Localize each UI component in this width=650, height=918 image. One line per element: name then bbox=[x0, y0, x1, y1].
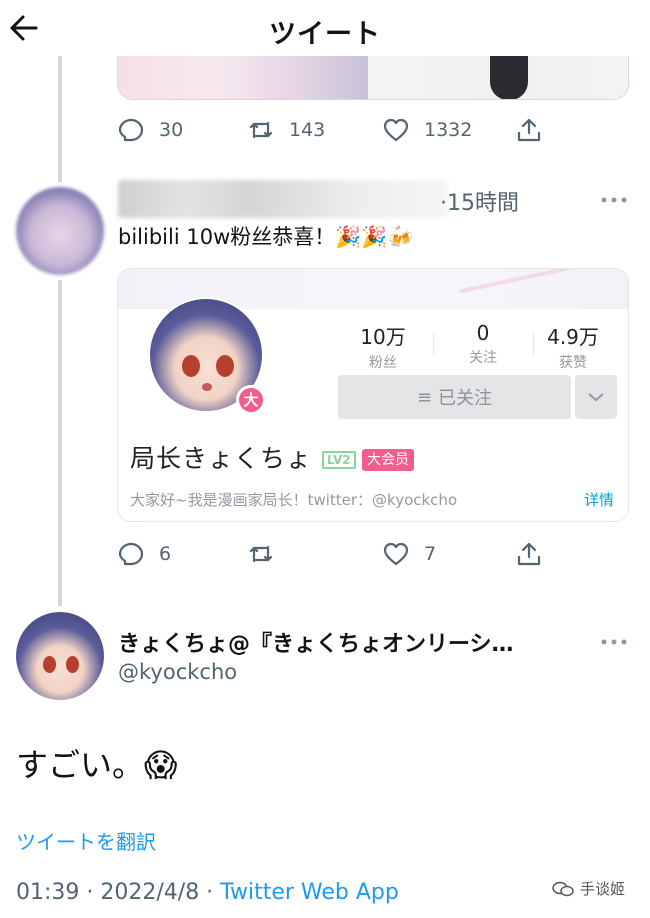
chat-bubble-icon bbox=[552, 881, 574, 896]
dropdown-button[interactable] bbox=[575, 375, 617, 419]
reply-button[interactable]: 6 bbox=[117, 534, 171, 574]
avatar[interactable] bbox=[16, 612, 104, 700]
display-name-blurred[interactable] bbox=[118, 180, 448, 218]
tweet-meta: 01:39 · 2022/4/8 · Twitter Web App bbox=[16, 880, 399, 905]
thread-line bbox=[58, 280, 62, 606]
translate-link[interactable]: ツイートを翻訳 bbox=[16, 826, 156, 855]
reply-button[interactable]: 30 bbox=[117, 110, 183, 150]
thread-line bbox=[58, 56, 62, 182]
card-bio: 大家好~我是漫画家局长！twitter：@kyockcho bbox=[130, 491, 458, 509]
watermark-text: 手谈姬 bbox=[580, 880, 626, 898]
more-options-icon[interactable] bbox=[598, 632, 630, 652]
like-count: 1332 bbox=[424, 119, 473, 141]
like-button[interactable]: 1332 bbox=[382, 110, 472, 150]
share-button[interactable] bbox=[515, 534, 543, 574]
action-bar: 6 7 bbox=[117, 534, 557, 574]
stat-likes: 4.9万 获赞 bbox=[547, 325, 599, 371]
menu-lines-icon: ≡ bbox=[416, 386, 433, 408]
share-button[interactable] bbox=[515, 110, 543, 150]
reply-count: 6 bbox=[159, 543, 172, 565]
level-badge: LV2 bbox=[322, 451, 356, 469]
more-options-icon[interactable] bbox=[598, 190, 630, 210]
tweet-source[interactable]: Twitter Web App bbox=[220, 880, 399, 905]
user-handle[interactable]: @kyockcho bbox=[118, 660, 237, 684]
display-name[interactable]: きょくちょ@『きょくちょオンリーシ… bbox=[118, 626, 588, 658]
card-username: 局长きょくちょ bbox=[130, 444, 313, 473]
tweet-text: bilibili 10w粉丝恭喜！🎉🎉🍻 bbox=[118, 225, 414, 249]
up-badge: 大 bbox=[236, 385, 266, 415]
stat-followers: 10万 粉丝 bbox=[360, 325, 406, 371]
retweet-button[interactable] bbox=[247, 534, 275, 574]
share-icon bbox=[517, 118, 541, 142]
profile-stats: 10万 粉丝 0 关注 4.9万 获赞 bbox=[338, 321, 618, 371]
card-detail-link[interactable]: 详情 bbox=[584, 489, 614, 510]
chevron-down-icon bbox=[588, 393, 604, 402]
tweet-timestamp[interactable]: ·15時間 bbox=[440, 185, 519, 217]
tweet-time: 01:39 · 2022/4/8 · bbox=[16, 880, 221, 905]
avatar[interactable] bbox=[16, 187, 104, 275]
retweet-icon bbox=[249, 545, 273, 563]
heart-icon bbox=[383, 542, 409, 566]
reply-count: 30 bbox=[159, 119, 184, 141]
like-count: 7 bbox=[424, 543, 437, 565]
retweet-count: 143 bbox=[289, 119, 326, 141]
stat-following: 0 关注 bbox=[469, 321, 497, 366]
vip-badge: 大会员 bbox=[362, 449, 414, 471]
reply-icon bbox=[118, 118, 144, 142]
top-bar: ツイート bbox=[0, 0, 650, 56]
retweet-icon bbox=[249, 121, 273, 139]
action-bar: 30 143 1332 bbox=[117, 110, 557, 150]
tweet-text: すごい。😱 bbox=[16, 746, 178, 784]
share-icon bbox=[517, 542, 541, 566]
followed-button[interactable]: ≡ 已关注 bbox=[338, 375, 571, 419]
heart-icon bbox=[383, 118, 409, 142]
retweet-button[interactable]: 143 bbox=[247, 110, 325, 150]
link-card[interactable]: 大 10万 粉丝 0 关注 4.9万 获赞 ≡ 已关注 局长きょくちょ LV2 … bbox=[117, 268, 629, 522]
watermark: 手谈姬 bbox=[552, 878, 625, 899]
like-button[interactable]: 7 bbox=[382, 534, 436, 574]
page-title: ツイート bbox=[269, 19, 381, 50]
reply-icon bbox=[118, 542, 144, 566]
